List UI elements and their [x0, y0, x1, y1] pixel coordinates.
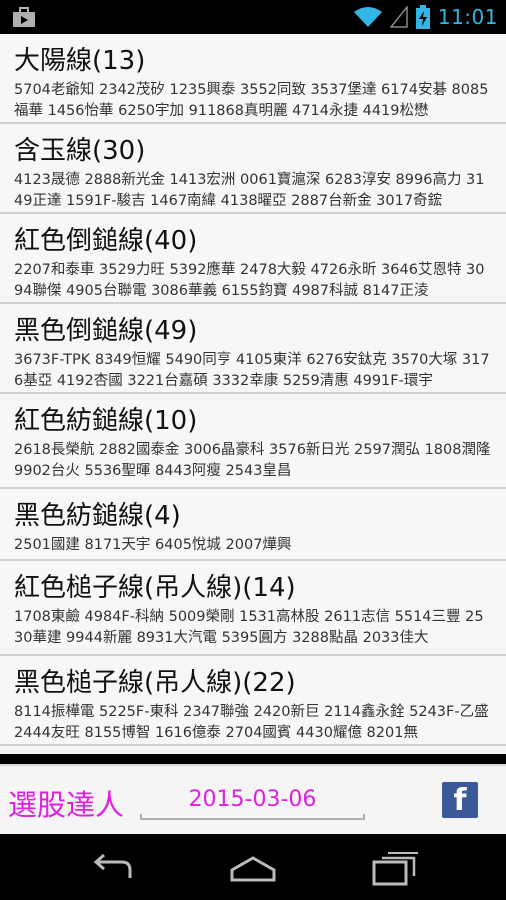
facebook-icon[interactable]: f [442, 782, 478, 818]
status-icons: 11:01 [353, 0, 498, 34]
list-item[interactable]: 黑色倒鎚線(49) 3673F-TPK 8349恒耀 5490同亨 4105東洋… [0, 304, 506, 394]
pattern-title: 黑色紡鎚線(4) [14, 501, 181, 531]
list-item[interactable]: 紅色紡鎚線(10) 2618長榮航 2882國泰金 3006晶豪科 3576新日… [0, 394, 506, 489]
pattern-title: 紅色紡鎚線(10) [14, 406, 198, 436]
stock-list: 1708東鹼 4984F-科納 5009榮剛 1531高林股 2611志信 55… [14, 609, 484, 646]
pattern-title: 紅色倒鎚線(40) [14, 226, 198, 256]
list-item[interactable]: 紅色槌子線(吊人線)(14) 1708東鹼 4984F-科納 5009榮剛 15… [0, 561, 506, 656]
back-icon[interactable] [88, 848, 138, 888]
navigation-bar [0, 834, 506, 900]
stock-list: 2501國建 8171天宇 6405悅城 2007燁興 [14, 537, 292, 553]
stock-list: 3673F-TPK 8349恒耀 5490同亨 4105東洋 6276安鈦克 3… [14, 352, 490, 389]
pattern-title: 黑色槌子線(吊人線)(22) [14, 668, 296, 698]
pattern-title: 大陽線(13) [14, 46, 146, 76]
app-brand: 選股達人 [8, 788, 125, 822]
stock-list: 2207和泰車 3529力旺 5392應華 2478大毅 4726永昕 3646… [14, 262, 485, 299]
stock-list: 5704老爺知 2342茂矽 1235興泰 3552同致 3537堡達 6174… [14, 82, 489, 119]
home-icon[interactable] [228, 848, 278, 888]
recent-apps-icon[interactable] [370, 848, 420, 888]
battery-charging-icon [415, 5, 430, 29]
status-bar: 11:01 [0, 0, 506, 34]
pattern-title: 黑色倒鎚線(49) [14, 316, 198, 346]
wifi-icon [353, 7, 382, 27]
clock: 11:01 [437, 5, 498, 29]
list-item[interactable]: 大陽線(13) 5704老爺知 2342茂矽 1235興泰 3552同致 353… [0, 34, 506, 124]
list-item[interactable]: 黑色槌子線(吊人線)(22) 8114振樺電 5225F-東科 2347聯強 2… [0, 656, 506, 746]
briefcase-notification-icon [13, 7, 35, 27]
signal-icon [389, 6, 408, 28]
pattern-title: 紅色槌子線(吊人線)(14) [14, 573, 296, 603]
list-item[interactable]: 紅色倒鎚線(40) 2207和泰車 3529力旺 5392應華 2478大毅 4… [0, 214, 506, 304]
pattern-title: 含玉線(30) [14, 136, 146, 166]
date-field[interactable]: 2015-03-06 [140, 780, 365, 820]
stock-list: 4123晟德 2888新光金 1413宏洲 0061寶滬深 6283淳安 899… [14, 172, 485, 209]
list-item[interactable]: 黑色紡鎚線(4) 2501國建 8171天宇 6405悅城 2007燁興 [0, 489, 506, 561]
pattern-list[interactable]: 大陽線(13) 5704老爺知 2342茂矽 1235興泰 3552同致 353… [0, 34, 506, 754]
bottom-bar: 選股達人 2015-03-06 f [0, 764, 506, 834]
stock-list: 2618長榮航 2882國泰金 3006晶豪科 3576新日光 2597潤弘 1… [14, 442, 491, 479]
list-item[interactable]: 含玉線(30) 4123晟德 2888新光金 1413宏洲 0061寶滬深 62… [0, 124, 506, 214]
stock-list: 8114振樺電 5225F-東科 2347聯強 2420新巨 2114鑫永銓 5… [14, 704, 489, 741]
